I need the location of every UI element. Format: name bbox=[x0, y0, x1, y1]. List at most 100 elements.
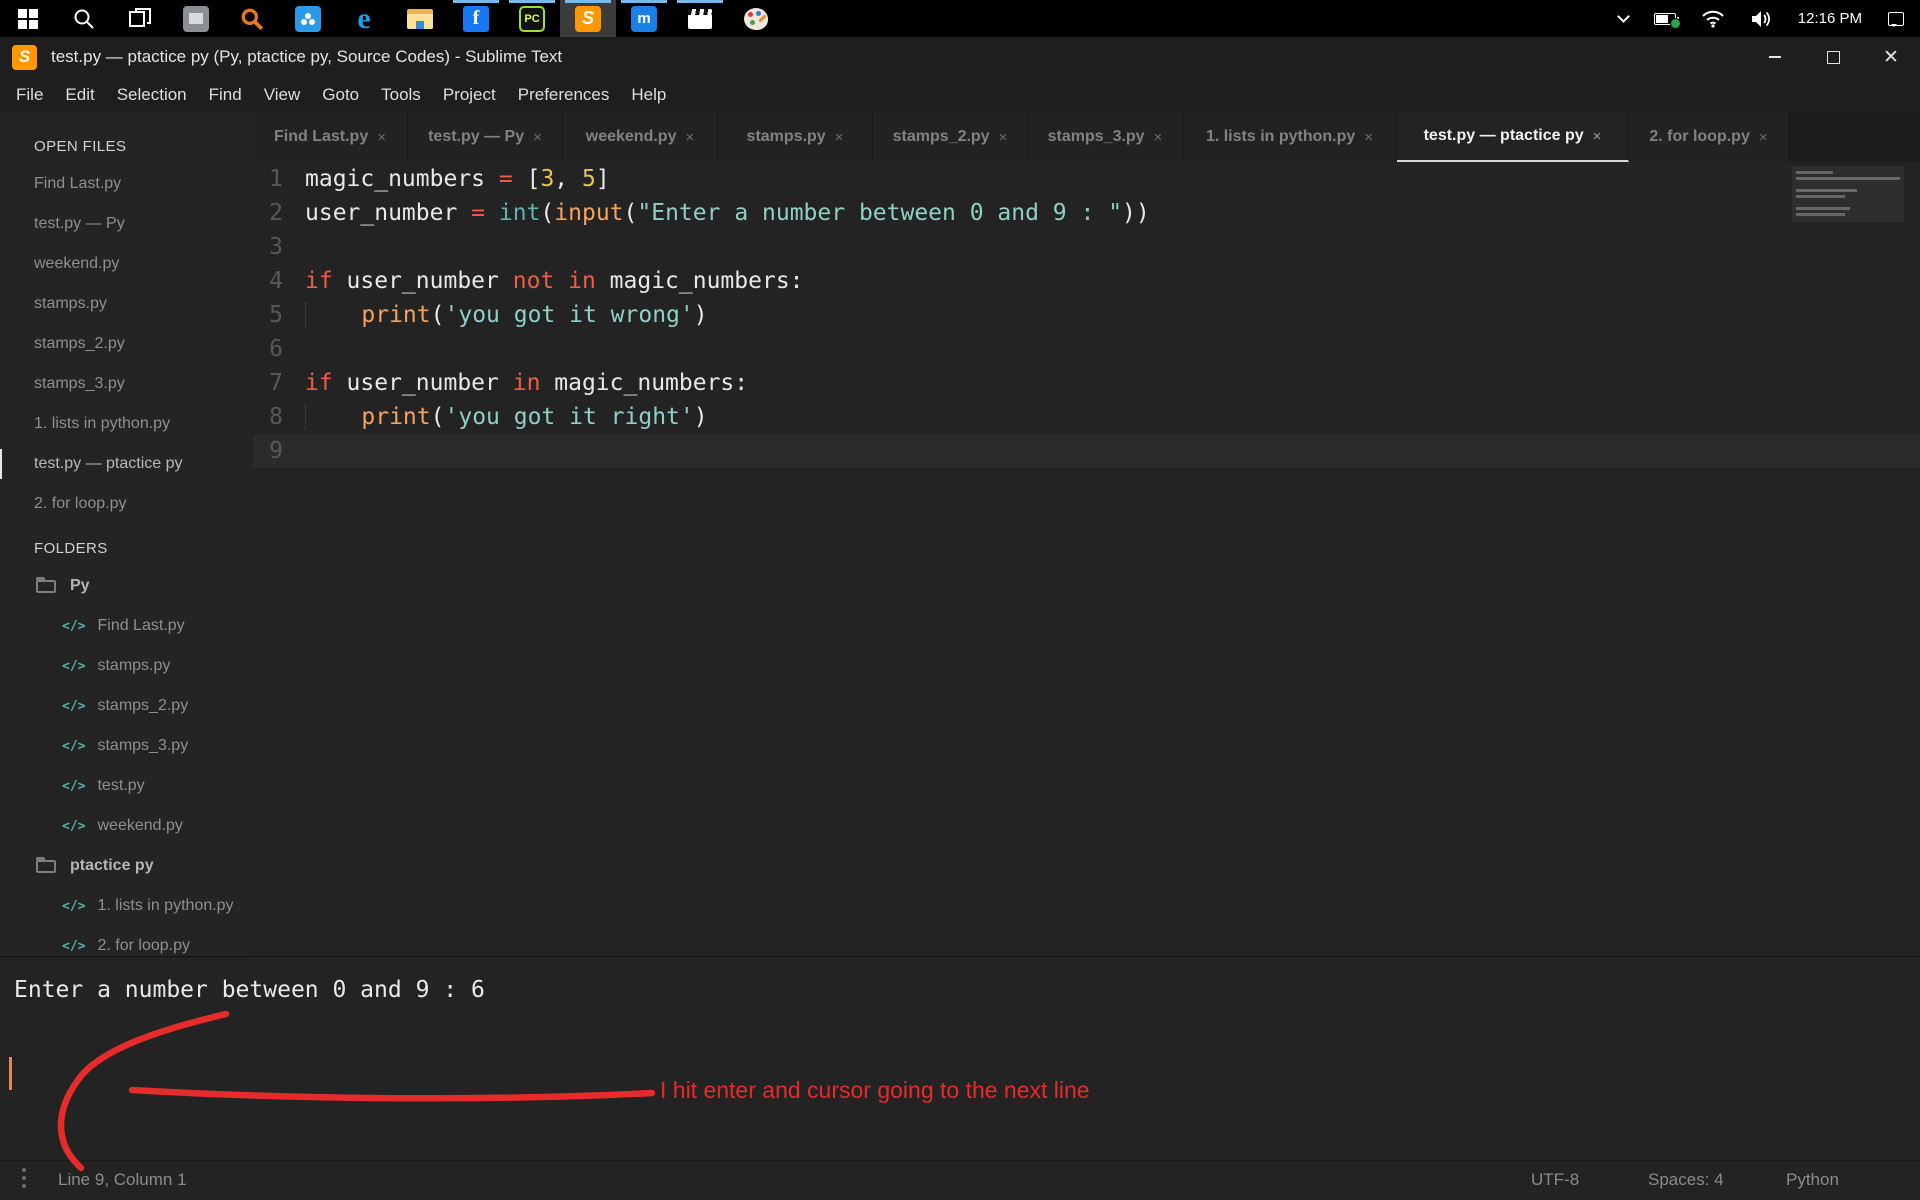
close-button[interactable]: ✕ bbox=[1862, 37, 1920, 77]
file-item[interactable]: </> 2. for loop.py bbox=[0, 926, 253, 956]
tab-close-icon[interactable]: × bbox=[377, 129, 386, 146]
minimap[interactable] bbox=[1792, 166, 1904, 222]
code-file-icon: </> bbox=[62, 818, 86, 834]
folder-item[interactable]: ptactice py bbox=[0, 846, 253, 886]
open-file-item[interactable]: 1. lists in python.py bbox=[0, 404, 253, 444]
file-item[interactable]: </> 1. lists in python.py bbox=[0, 886, 253, 926]
code-line: 9 bbox=[253, 434, 1920, 468]
status-bar: Line 9, Column 1 UTF-8 Spaces: 4 Python bbox=[0, 1160, 1920, 1200]
tab[interactable]: 1. lists in python.py × bbox=[1183, 112, 1397, 162]
tree-label: test.py bbox=[97, 777, 145, 794]
file-item[interactable]: </> test.py bbox=[0, 766, 253, 806]
file-explorer-icon[interactable] bbox=[392, 0, 448, 37]
tab[interactable]: Find Last.py × bbox=[253, 112, 408, 162]
file-item[interactable]: </> Find Last.py bbox=[0, 606, 253, 646]
facebook-icon[interactable]: f bbox=[448, 0, 504, 37]
open-file-item[interactable]: weekend.py bbox=[0, 244, 253, 284]
file-item[interactable]: </> weekend.py bbox=[0, 806, 253, 846]
tab[interactable]: 2. for loop.py × bbox=[1629, 112, 1789, 162]
line-number: 1 bbox=[269, 166, 283, 192]
folders-header[interactable]: FOLDERS bbox=[34, 532, 253, 566]
code-editor[interactable]: 1 magic_numbers = [3, 5] 2 user_number = in… bbox=[253, 162, 1920, 956]
tab-close-icon[interactable]: × bbox=[835, 129, 844, 146]
tab[interactable]: stamps.py × bbox=[718, 112, 873, 162]
orange-search-icon[interactable] bbox=[224, 0, 280, 37]
wifi-icon[interactable] bbox=[1702, 10, 1724, 28]
tab[interactable]: test.py — ptactice py × bbox=[1397, 112, 1629, 162]
open-file-item[interactable]: stamps_3.py bbox=[0, 364, 253, 404]
open-file-item[interactable]: test.py — ptactice py bbox=[0, 444, 253, 484]
code-file-icon: </> bbox=[62, 898, 86, 914]
battery-icon[interactable] bbox=[1653, 12, 1681, 29]
clock[interactable]: 12:16 PM bbox=[1798, 10, 1862, 27]
maxthon-browser-icon[interactable]: m bbox=[616, 0, 672, 37]
file-item[interactable]: </> stamps_2.py bbox=[0, 686, 253, 726]
open-file-item[interactable]: 2. for loop.py bbox=[0, 484, 253, 524]
task-view-icon[interactable] bbox=[112, 0, 168, 37]
open-file-item[interactable]: test.py — Py bbox=[0, 204, 253, 244]
tab-label: weekend.py bbox=[585, 128, 677, 145]
line-number: 6 bbox=[269, 336, 283, 362]
kebab-menu-icon[interactable] bbox=[22, 1168, 26, 1188]
code-file-icon: </> bbox=[62, 738, 86, 754]
menu-find[interactable]: Find bbox=[198, 85, 253, 105]
open-file-item[interactable]: stamps_2.py bbox=[0, 324, 253, 364]
folder-item[interactable]: Py bbox=[0, 566, 253, 606]
menu-preferences[interactable]: Preferences bbox=[507, 85, 621, 105]
indent-setting[interactable]: Spaces: 4 bbox=[1648, 1170, 1724, 1190]
paint-palette-icon[interactable] bbox=[728, 0, 784, 37]
tab[interactable]: test.py — Py × bbox=[408, 112, 563, 162]
windows-start-icon[interactable] bbox=[0, 0, 56, 37]
tab-close-icon[interactable]: × bbox=[1759, 129, 1768, 146]
tab-close-icon[interactable]: × bbox=[685, 129, 694, 146]
file-item[interactable]: </> stamps_3.py bbox=[0, 726, 253, 766]
open-files-header[interactable]: OPEN FILES bbox=[34, 130, 253, 164]
tab-close-icon[interactable]: × bbox=[1364, 129, 1373, 146]
menu-project[interactable]: Project bbox=[432, 85, 507, 105]
file-item[interactable]: </> stamps.py bbox=[0, 646, 253, 686]
tab-close-icon[interactable]: × bbox=[533, 129, 542, 146]
console-panel[interactable]: Enter a number between 0 and 9 : 6 bbox=[0, 956, 1920, 1160]
action-center-icon[interactable] bbox=[1888, 11, 1904, 27]
menu-view[interactable]: View bbox=[253, 85, 312, 105]
tab-label: stamps_2.py bbox=[892, 128, 990, 145]
tree-label: ptactice py bbox=[70, 857, 154, 874]
tree-label: stamps_3.py bbox=[97, 737, 189, 754]
line-number: 4 bbox=[269, 268, 283, 294]
hidden-icons-chevron-icon[interactable] bbox=[1616, 10, 1630, 23]
open-file-item[interactable]: stamps.py bbox=[0, 284, 253, 324]
volume-icon[interactable] bbox=[1750, 10, 1772, 28]
search-icon[interactable] bbox=[56, 0, 112, 37]
tab[interactable]: weekend.py × bbox=[563, 112, 718, 162]
movie-clapper-icon[interactable] bbox=[672, 0, 728, 37]
code-line: 4 if user_number not in magic_numbers: bbox=[253, 264, 1920, 298]
syntax-mode[interactable]: Python bbox=[1786, 1170, 1839, 1190]
tab-close-icon[interactable]: × bbox=[1593, 128, 1602, 145]
code-line: 2 user_number = int(input("Enter a number… bbox=[253, 196, 1920, 230]
tree-label: weekend.py bbox=[97, 817, 183, 834]
tab[interactable]: stamps_2.py × bbox=[873, 112, 1028, 162]
code-file-icon: </> bbox=[62, 938, 86, 954]
tab-close-icon[interactable]: × bbox=[999, 129, 1008, 146]
tree-label: stamps.py bbox=[97, 657, 171, 674]
tab-label: test.py — Py bbox=[428, 128, 525, 145]
tab-label: 1. lists in python.py bbox=[1205, 128, 1356, 145]
edge-browser-icon[interactable]: e bbox=[336, 0, 392, 37]
pycharm-icon[interactable]: PC bbox=[504, 0, 560, 37]
line-number: 7 bbox=[269, 370, 283, 396]
menu-edit[interactable]: Edit bbox=[54, 85, 105, 105]
minimize-button[interactable] bbox=[1746, 37, 1804, 77]
cloud-drive-icon[interactable] bbox=[280, 0, 336, 37]
menu-selection[interactable]: Selection bbox=[106, 85, 198, 105]
tab-close-icon[interactable]: × bbox=[1154, 129, 1163, 146]
maximize-button[interactable] bbox=[1804, 37, 1862, 77]
sublime-text-icon[interactable]: S bbox=[560, 0, 616, 37]
menu-goto[interactable]: Goto bbox=[311, 85, 370, 105]
menu-help[interactable]: Help bbox=[620, 85, 677, 105]
tab[interactable]: stamps_3.py × bbox=[1028, 112, 1183, 162]
menu-file[interactable]: File bbox=[5, 85, 54, 105]
photos-app-icon[interactable] bbox=[168, 0, 224, 37]
tree-label: 2. for loop.py bbox=[97, 937, 190, 954]
menu-tools[interactable]: Tools bbox=[370, 85, 432, 105]
open-file-item[interactable]: Find Last.py bbox=[0, 164, 253, 204]
